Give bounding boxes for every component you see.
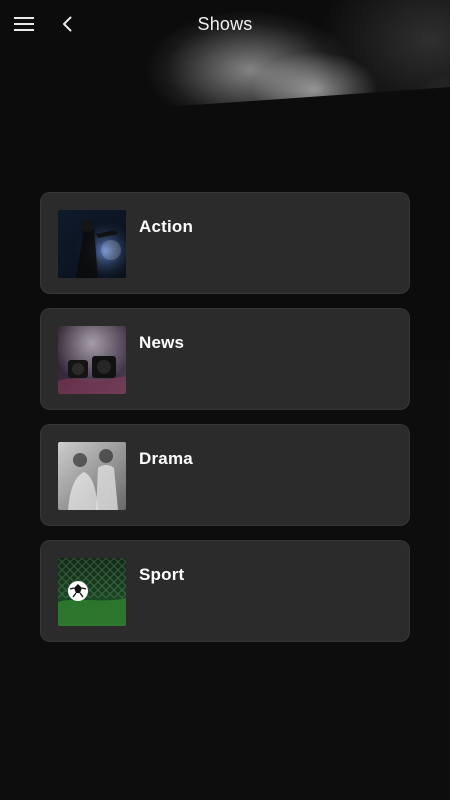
category-card-action[interactable]: Action	[40, 192, 410, 294]
categories-list: Action News Drama Sport	[40, 192, 410, 656]
news-thumbnail	[58, 326, 126, 394]
drama-thumbnail	[58, 442, 126, 510]
top-bar: Shows	[0, 0, 450, 48]
app-screen: Shows Action News Drama Sport	[0, 0, 450, 800]
news-image	[58, 326, 126, 394]
drama-image	[58, 442, 126, 510]
category-card-drama[interactable]: Drama	[40, 424, 410, 526]
category-card-sport[interactable]: Sport	[40, 540, 410, 642]
category-label-action: Action	[139, 217, 194, 236]
sport-thumbnail	[58, 558, 126, 626]
action-thumbnail	[58, 210, 126, 278]
category-label-drama: Drama	[139, 449, 193, 468]
sport-image	[58, 558, 126, 626]
category-label-news: News	[139, 333, 185, 352]
category-card-news[interactable]: News	[40, 308, 410, 410]
action-image	[58, 210, 126, 278]
category-label-sport: Sport	[139, 565, 185, 584]
page-title: Shows	[197, 14, 253, 34]
